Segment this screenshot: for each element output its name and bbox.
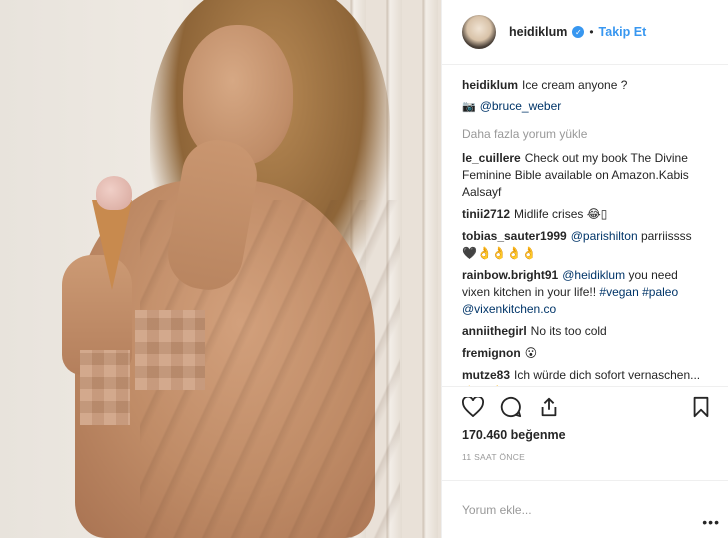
- censor-pixelation: [135, 310, 205, 390]
- share-icon[interactable]: [536, 394, 562, 420]
- comment-mention[interactable]: @heidiklum: [562, 268, 625, 282]
- avatar[interactable]: [462, 15, 496, 49]
- comment-text: No its too cold: [530, 324, 607, 338]
- censor-pixelation: [80, 350, 130, 425]
- more-options-icon[interactable]: •••: [702, 514, 720, 530]
- list-item: fremignon 😮: [462, 345, 708, 362]
- photo-credit: 📷 @bruce_weber: [462, 99, 708, 113]
- comment-mention[interactable]: @vixenkitchen.co: [462, 302, 556, 316]
- list-item: anniithegirl No its too cold: [462, 323, 708, 340]
- heart-icon[interactable]: [460, 394, 486, 420]
- comment-input[interactable]: [462, 502, 682, 517]
- ice-cream-scoop: [96, 176, 132, 210]
- action-bar: [442, 386, 728, 426]
- comment-text: 😮: [524, 346, 538, 360]
- comment-text: Midlife crises 😂▯: [514, 207, 608, 221]
- comments-list: heidiklum Ice cream anyone ? 📷 @bruce_web…: [442, 65, 728, 386]
- list-item: tobias_sauter1999 @parishilton parriissss…: [462, 228, 708, 262]
- bookmark-icon[interactable]: [688, 394, 714, 420]
- caption-text: Ice cream anyone ?: [522, 78, 628, 92]
- post-side-panel: heidiklum ✓ • Takip Et heidiklum Ice crea…: [441, 0, 728, 538]
- comment-username[interactable]: rainbow.bright91: [462, 268, 558, 282]
- list-item: tinii2712 Midlife crises 😂▯: [462, 206, 708, 223]
- separator-dot: •: [589, 25, 594, 39]
- photo-credit-mention[interactable]: @bruce_weber: [480, 99, 562, 113]
- list-item: le_cuillere Check out my book The Divine …: [462, 150, 708, 201]
- ice-cream-cone: [92, 200, 132, 290]
- likes-count[interactable]: 170.460 beğenme: [442, 426, 728, 442]
- post-header: heidiklum ✓ • Takip Et: [442, 0, 728, 65]
- comment-username[interactable]: mutze83: [462, 368, 510, 382]
- comment-username[interactable]: fremignon: [462, 346, 521, 360]
- comment-username[interactable]: anniithegirl: [462, 324, 527, 338]
- caption-username[interactable]: heidiklum: [462, 78, 518, 92]
- comment-username[interactable]: le_cuillere: [462, 151, 521, 165]
- comment-mention[interactable]: @parishilton: [571, 229, 638, 243]
- caption: heidiklum Ice cream anyone ?: [462, 77, 708, 94]
- list-item: rainbow.bright91 @heidiklum you need vixe…: [462, 267, 708, 318]
- instagram-post: heidiklum ✓ • Takip Et heidiklum Ice crea…: [0, 0, 728, 538]
- comment-username[interactable]: tobias_sauter1999: [462, 229, 567, 243]
- comment-hashtags[interactable]: #vegan #paleo: [599, 285, 678, 299]
- follow-button[interactable]: Takip Et: [599, 25, 647, 39]
- post-photo[interactable]: [0, 0, 441, 538]
- header-username[interactable]: heidiklum: [509, 25, 567, 39]
- list-item: mutze83 Ich würde dich sofort vernaschen.…: [462, 367, 708, 386]
- verified-check-icon: ✓: [572, 26, 585, 38]
- comment-username[interactable]: tinii2712: [462, 207, 510, 221]
- comment-icon[interactable]: [498, 394, 524, 420]
- add-comment-bar: [442, 480, 728, 538]
- camera-icon: 📷: [462, 100, 476, 113]
- load-more-comments-button[interactable]: Daha fazla yorum yükle: [462, 127, 708, 141]
- post-timestamp: 11 SAAT ÖNCE: [462, 452, 526, 462]
